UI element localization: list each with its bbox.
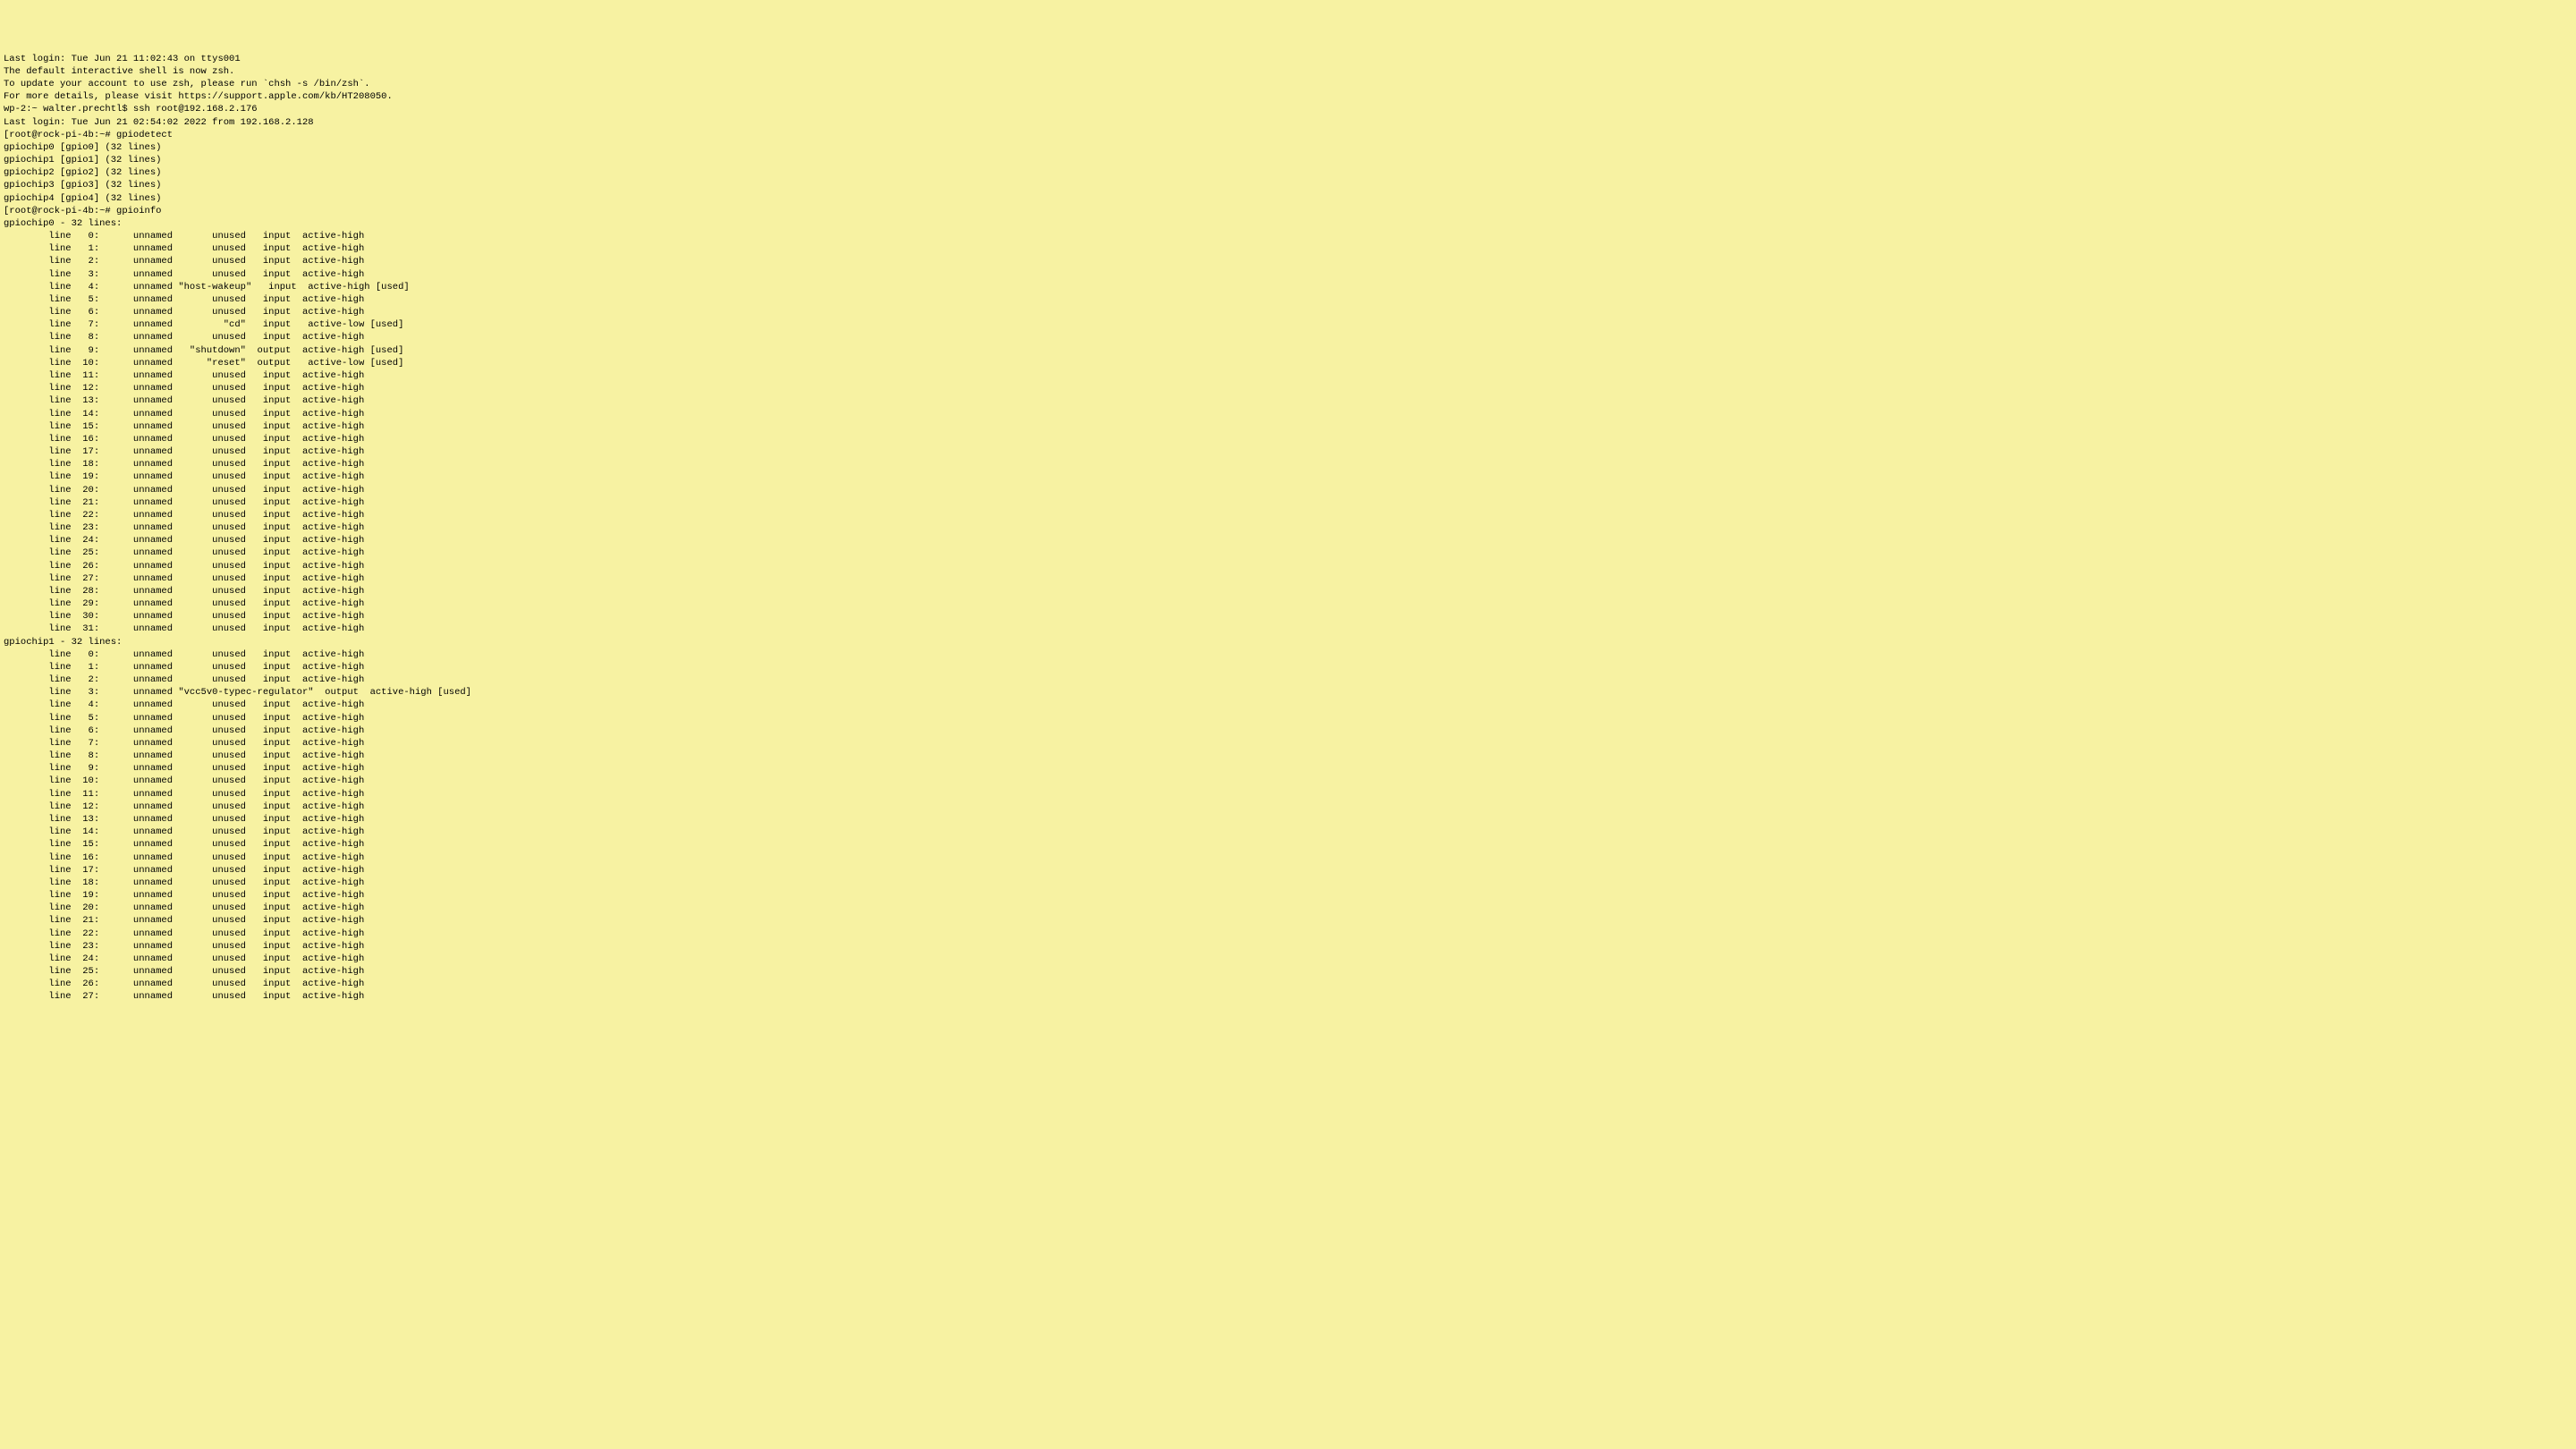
- gpio-line: line 18: unnamed unused input active-hig…: [4, 458, 2572, 470]
- gpio-line: line 26: unnamed unused input active-hig…: [4, 560, 2572, 572]
- terminal-header-line: Last login: Tue Jun 21 11:02:43 on ttys0…: [4, 53, 2572, 65]
- gpio-line: line 14: unnamed unused input active-hig…: [4, 826, 2572, 838]
- gpio-line: line 3: unnamed "vcc5v0-typec-regulator"…: [4, 686, 2572, 699]
- gpio-line: line 20: unnamed unused input active-hig…: [4, 902, 2572, 914]
- gpio-line: line 18: unnamed unused input active-hig…: [4, 877, 2572, 889]
- gpio-line: line 11: unnamed unused input active-hig…: [4, 369, 2572, 382]
- terminal-output[interactable]: Last login: Tue Jun 21 11:02:43 on ttys0…: [4, 53, 2572, 1004]
- gpio-line: line 27: unnamed unused input active-hig…: [4, 990, 2572, 1003]
- gpiodetect-line: gpiochip2 [gpio2] (32 lines): [4, 166, 2572, 179]
- terminal-header-line: For more details, please visit https://s…: [4, 90, 2572, 103]
- gpio-line: line 6: unnamed unused input active-high: [4, 724, 2572, 737]
- terminal-header-line: wp-2:~ walter.prechtl$ ssh root@192.168.…: [4, 103, 2572, 115]
- gpio-line: line 4: unnamed "host-wakeup" input acti…: [4, 281, 2572, 293]
- gpio-line: line 22: unnamed unused input active-hig…: [4, 509, 2572, 521]
- gpio-line: line 13: unnamed unused input active-hig…: [4, 813, 2572, 826]
- gpio-line: line 30: unnamed unused input active-hig…: [4, 610, 2572, 623]
- gpio-line: line 8: unnamed unused input active-high: [4, 750, 2572, 762]
- gpio-line: line 23: unnamed unused input active-hig…: [4, 521, 2572, 534]
- gpio-line: line 9: unnamed unused input active-high: [4, 762, 2572, 775]
- gpio-line: line 19: unnamed unused input active-hig…: [4, 889, 2572, 902]
- gpio-line: line 24: unnamed unused input active-hig…: [4, 953, 2572, 965]
- gpio-line: line 17: unnamed unused input active-hig…: [4, 864, 2572, 877]
- gpiodetect-line: gpiochip0 [gpio0] (32 lines): [4, 141, 2572, 154]
- gpiochip-header: gpiochip0 - 32 lines:: [4, 217, 2572, 230]
- gpio-line: line 2: unnamed unused input active-high: [4, 674, 2572, 686]
- gpio-line: line 14: unnamed unused input active-hig…: [4, 408, 2572, 420]
- gpio-line: line 11: unnamed unused input active-hig…: [4, 788, 2572, 801]
- terminal-header-line: Last login: Tue Jun 21 02:54:02 2022 fro…: [4, 116, 2572, 129]
- gpio-line: line 15: unnamed unused input active-hig…: [4, 420, 2572, 433]
- gpiodetect-line: gpiochip3 [gpio3] (32 lines): [4, 179, 2572, 191]
- gpio-line: line 5: unnamed unused input active-high: [4, 293, 2572, 306]
- gpio-line: line 7: unnamed unused input active-high: [4, 737, 2572, 750]
- gpio-line: line 1: unnamed unused input active-high: [4, 661, 2572, 674]
- gpio-line: line 7: unnamed "cd" input active-low [u…: [4, 318, 2572, 331]
- gpio-line: line 10: unnamed unused input active-hig…: [4, 775, 2572, 787]
- gpio-line: line 0: unnamed unused input active-high: [4, 648, 2572, 661]
- gpio-line: line 13: unnamed unused input active-hig…: [4, 394, 2572, 407]
- gpio-line: line 17: unnamed unused input active-hig…: [4, 445, 2572, 458]
- terminal-header-line: To update your account to use zsh, pleas…: [4, 78, 2572, 90]
- gpio-line: line 28: unnamed unused input active-hig…: [4, 585, 2572, 597]
- gpio-line: line 25: unnamed unused input active-hig…: [4, 547, 2572, 559]
- terminal-header-line: The default interactive shell is now zsh…: [4, 65, 2572, 78]
- gpio-line: line 29: unnamed unused input active-hig…: [4, 597, 2572, 610]
- gpio-line: line 15: unnamed unused input active-hig…: [4, 838, 2572, 851]
- gpio-line: line 22: unnamed unused input active-hig…: [4, 928, 2572, 940]
- gpio-line: line 4: unnamed unused input active-high: [4, 699, 2572, 711]
- gpio-line: line 27: unnamed unused input active-hig…: [4, 572, 2572, 585]
- gpio-line: line 5: unnamed unused input active-high: [4, 712, 2572, 724]
- gpio-line: line 24: unnamed unused input active-hig…: [4, 534, 2572, 547]
- gpio-line: line 12: unnamed unused input active-hig…: [4, 382, 2572, 394]
- gpiodetect-line: gpiochip1 [gpio1] (32 lines): [4, 154, 2572, 166]
- gpio-line: line 20: unnamed unused input active-hig…: [4, 484, 2572, 496]
- gpio-line: line 10: unnamed "reset" output active-l…: [4, 357, 2572, 369]
- gpio-line: line 25: unnamed unused input active-hig…: [4, 965, 2572, 978]
- gpiochip-header: gpiochip1 - 32 lines:: [4, 636, 2572, 648]
- gpio-line: line 0: unnamed unused input active-high: [4, 230, 2572, 242]
- gpio-line: line 31: unnamed unused input active-hig…: [4, 623, 2572, 635]
- gpio-line: line 26: unnamed unused input active-hig…: [4, 978, 2572, 990]
- gpio-line: line 21: unnamed unused input active-hig…: [4, 496, 2572, 509]
- gpio-line: line 1: unnamed unused input active-high: [4, 242, 2572, 255]
- gpio-line: line 21: unnamed unused input active-hig…: [4, 914, 2572, 927]
- gpio-line: line 2: unnamed unused input active-high: [4, 255, 2572, 267]
- gpio-line: line 16: unnamed unused input active-hig…: [4, 433, 2572, 445]
- gpio-line: line 9: unnamed "shutdown" output active…: [4, 344, 2572, 357]
- gpio-line: line 12: unnamed unused input active-hig…: [4, 801, 2572, 813]
- gpio-line: line 23: unnamed unused input active-hig…: [4, 940, 2572, 953]
- gpio-line: line 19: unnamed unused input active-hig…: [4, 470, 2572, 483]
- gpio-line: line 6: unnamed unused input active-high: [4, 306, 2572, 318]
- gpiodetect-line: gpiochip4 [gpio4] (32 lines): [4, 192, 2572, 205]
- shell-prompt: [root@rock-pi-4b:~# gpioinfo: [4, 205, 2572, 217]
- gpio-line: line 3: unnamed unused input active-high: [4, 268, 2572, 281]
- gpio-line: line 8: unnamed unused input active-high: [4, 331, 2572, 343]
- shell-prompt: [root@rock-pi-4b:~# gpiodetect: [4, 129, 2572, 141]
- gpio-line: line 16: unnamed unused input active-hig…: [4, 852, 2572, 864]
